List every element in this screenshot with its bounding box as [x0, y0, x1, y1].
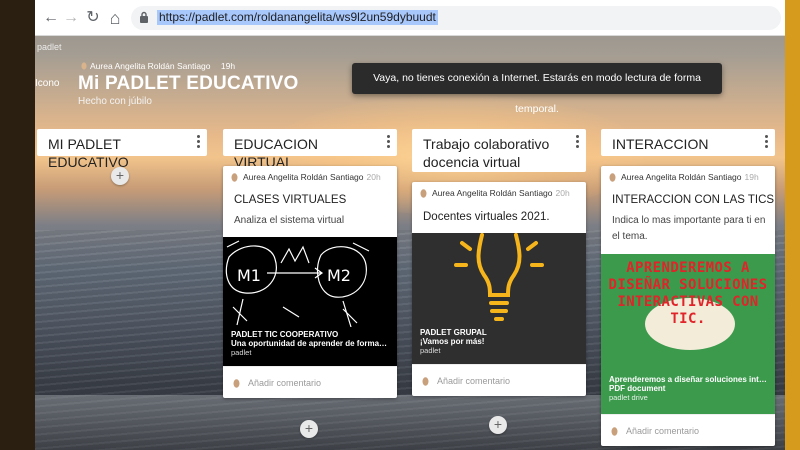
page-title: Mi PADLET EDUCATIVO — [78, 73, 299, 94]
url-text[interactable]: https://padlet.com/roldanangelita/ws9l2u… — [157, 10, 438, 25]
attachment-caption: Aprenderemos a diseñar soluciones inte..… — [601, 372, 775, 414]
post-time: 19h — [744, 172, 759, 182]
add-comment-button[interactable]: Añadir comentario — [412, 364, 586, 396]
post-author: Aurea Angelita Roldán Santiago 19h — [609, 172, 759, 182]
browser-toolbar: ← → ↻ ⌂ https://padlet.com/roldanangelit… — [35, 0, 785, 36]
add-post-button[interactable]: + — [111, 167, 129, 185]
add-post-button[interactable]: + — [300, 420, 318, 438]
author-avatar-icon — [609, 173, 616, 182]
attachment-subtitle: Una oportunidad de aprender de forma c..… — [231, 339, 389, 348]
post-title: CLASES VIRTUALES — [234, 194, 347, 206]
address-bar[interactable]: https://padlet.com/roldanangelita/ws9l2u… — [131, 6, 781, 30]
author-avatar-icon — [231, 173, 238, 182]
broken-logo-image: Icono — [35, 78, 60, 89]
padlet-brand[interactable]: padlet — [37, 42, 62, 52]
post-title: Docentes virtuales 2021. — [423, 211, 550, 223]
padlet-wall: ← → ↻ ⌂ https://padlet.com/roldanangelit… — [35, 0, 785, 450]
add-comment-label: Añadir comentario — [626, 426, 700, 436]
home-icon[interactable]: ⌂ — [105, 8, 125, 28]
post-author-name: Aurea Angelita Roldán Santiago — [432, 188, 553, 198]
post-attachment[interactable]: M1 M2 PADLET TIC COOPERATIVO Una oportun… — [223, 237, 397, 367]
post-author: Aurea Angelita Roldán Santiago 20h — [231, 172, 381, 182]
attachment-title: PADLET TIC COOPERATIVO — [231, 330, 339, 339]
column-title: INTERACCION — [612, 136, 709, 152]
attachment-title: PADLET GRUPAL — [420, 328, 487, 337]
back-icon[interactable]: ← — [41, 8, 61, 28]
column-header-trabajo-colaborativo[interactable]: Trabajo colaborativo docencia virtual — [412, 129, 586, 172]
wall-author: Aurea Angelita Roldán Santiago 19h — [81, 61, 235, 71]
post-attachment[interactable]: APRENDEREMOS A DISEÑAR SOLUCIONES INTERA… — [601, 254, 775, 414]
add-comment-button[interactable]: Añadir comentario — [223, 366, 397, 398]
column-header-mi-padlet[interactable]: MI PADLET EDUCATIVO — [37, 129, 207, 170]
left-border — [0, 0, 35, 450]
wall-time: 19h — [220, 61, 236, 71]
column-menu-icon[interactable] — [576, 135, 580, 149]
add-comment-label: Añadir comentario — [248, 378, 322, 388]
commenter-avatar-icon — [422, 377, 429, 386]
column-header-educacion-virtual[interactable]: EDUCACION VIRTUAL — [223, 129, 397, 170]
user-hand-icon — [81, 62, 87, 70]
post-time: 20h — [366, 172, 381, 182]
author-avatar-icon — [420, 189, 427, 198]
lightbulb-icon — [454, 233, 544, 321]
post-body: Analiza el sistema virtual — [234, 215, 345, 226]
poster-text: APRENDEREMOS A DISEÑAR SOLUCIONES INTERA… — [608, 260, 768, 327]
column-title: MI PADLET EDUCATIVO — [48, 136, 129, 170]
add-comment-button[interactable]: Añadir comentario — [601, 414, 775, 446]
post-title: INTERACCION CON LAS TICS — [612, 194, 775, 206]
post-card-interaccion-tics[interactable]: Aurea Angelita Roldán Santiago 19h INTERA… — [601, 166, 775, 446]
post-card-docentes-virtuales[interactable]: Aurea Angelita Roldán Santiago 20h Docent… — [412, 182, 586, 396]
wall-author-name: Aurea Angelita Roldán Santiago — [90, 61, 211, 71]
attachment-subtitle: ¡Vamos por más! — [420, 337, 485, 346]
attachment-source: padlet drive — [609, 393, 648, 402]
attachment-title: Aprenderemos a diseñar soluciones inte..… — [609, 375, 767, 384]
commenter-avatar-icon — [611, 427, 618, 436]
poster-image: APRENDEREMOS A DISEÑAR SOLUCIONES INTERA… — [605, 260, 771, 360]
attachment-source: padlet — [231, 348, 252, 357]
attachment-subtitle: PDF document — [609, 384, 666, 393]
add-post-button[interactable]: + — [489, 416, 507, 434]
column-menu-icon[interactable] — [387, 135, 391, 149]
post-body: Indica lo mas importante para ti en el t… — [612, 215, 766, 242]
column-menu-icon[interactable] — [765, 135, 769, 149]
post-author-name: Aurea Angelita Roldán Santiago — [243, 172, 364, 182]
column-menu-icon[interactable] — [197, 135, 201, 149]
right-border — [785, 0, 800, 450]
post-time: 20h — [555, 188, 570, 198]
attachment-caption: PADLET TIC COOPERATIVO Una oportunidad d… — [223, 327, 397, 367]
chalk-drawing: M1 M2 — [225, 240, 370, 328]
column-header-interaccion[interactable]: INTERACCION — [601, 129, 775, 156]
reload-icon[interactable]: ↻ — [83, 8, 103, 28]
add-comment-label: Añadir comentario — [437, 376, 511, 386]
commenter-avatar-icon — [233, 379, 240, 388]
column-title: Trabajo colaborativo docencia virtual — [423, 136, 550, 170]
post-author-name: Aurea Angelita Roldán Santiago — [621, 172, 742, 182]
post-card-clases-virtuales[interactable]: Aurea Angelita Roldán Santiago 20h CLASES… — [223, 166, 397, 398]
drawing-label-m2: M2 — [327, 266, 351, 285]
forward-icon[interactable]: → — [61, 8, 81, 28]
page-subtitle: Hecho con júbilo — [78, 96, 152, 107]
drawing-label-m1: M1 — [237, 266, 261, 285]
attachment-caption: PADLET GRUPAL ¡Vamos por más! padlet — [412, 325, 586, 364]
post-attachment[interactable]: PADLET GRUPAL ¡Vamos por más! padlet — [412, 233, 586, 364]
attachment-source: padlet — [420, 346, 441, 355]
post-author: Aurea Angelita Roldán Santiago 20h — [420, 188, 570, 198]
lock-icon — [140, 11, 148, 23]
offline-toast: Vaya, no tienes conexión a Internet. Est… — [352, 63, 722, 115]
screenshot-frame: ← → ↻ ⌂ https://padlet.com/roldanangelit… — [0, 0, 800, 450]
